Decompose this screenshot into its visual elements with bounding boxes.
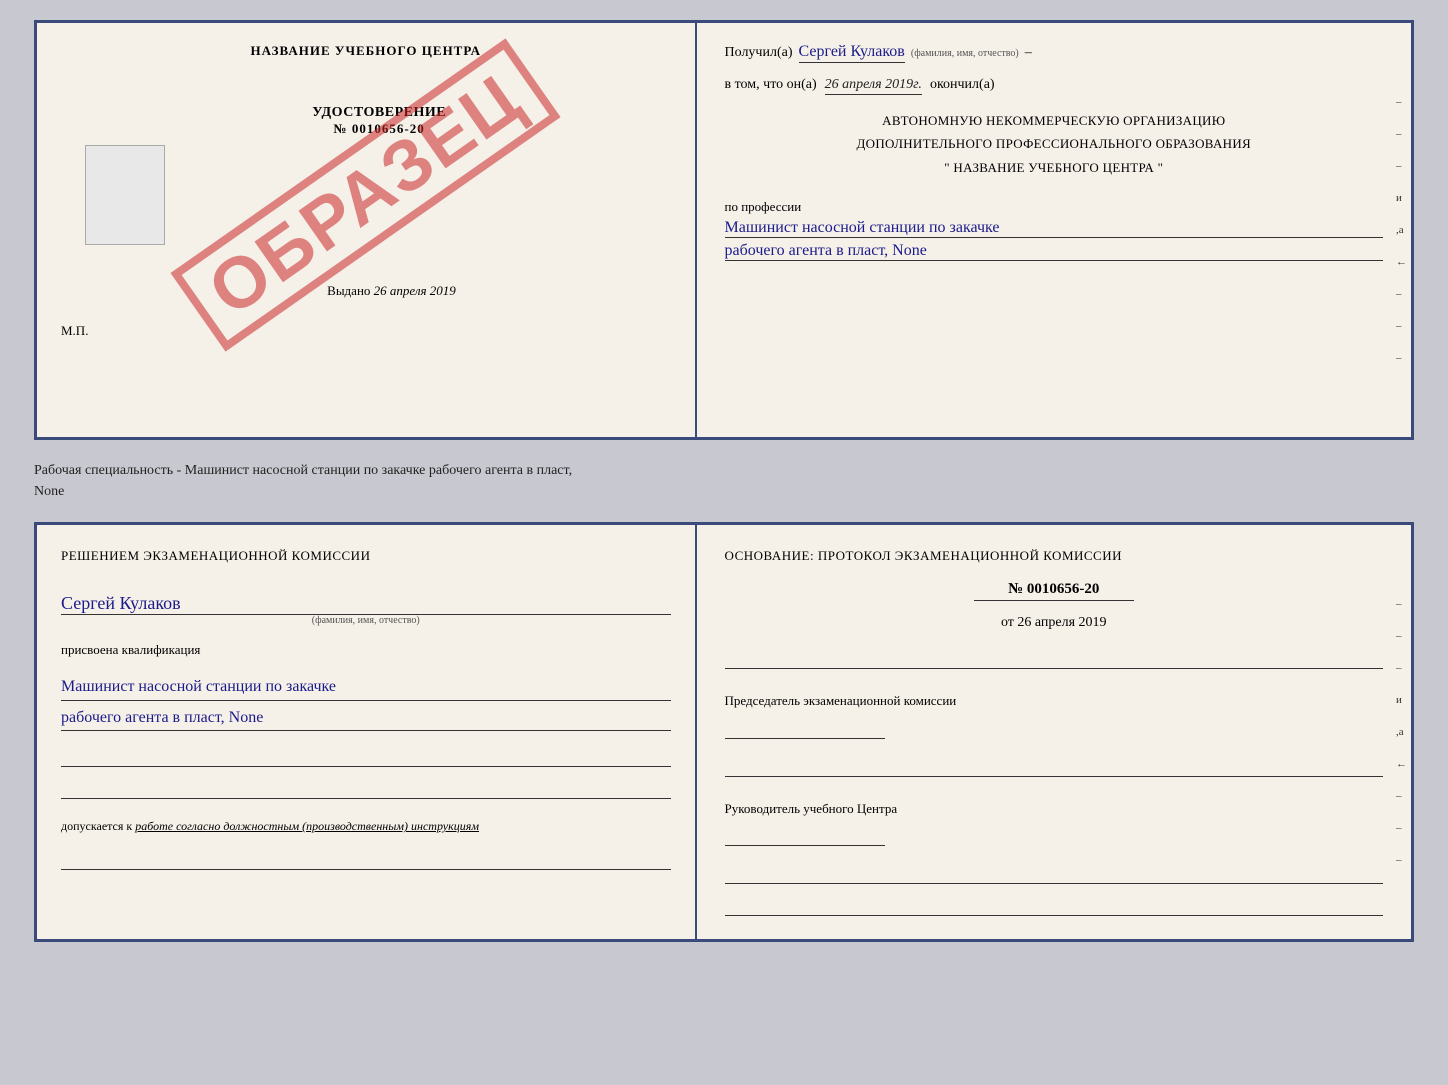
protocol-num: № 0010656-20	[974, 581, 1134, 601]
date-value-bottom: 26 апреля 2019	[1017, 615, 1106, 630]
profession-line2: рабочего агента в пласт, None	[725, 242, 1383, 261]
protocol-date: от 26 апреля 2019	[725, 615, 1383, 631]
received-prefix: Получил(а)	[725, 45, 793, 61]
bottom-left-panel: Решением экзаменационной комиссии Сергей…	[37, 525, 697, 939]
status-text-block: Рабочая специальность - Машинист насосно…	[34, 456, 1414, 506]
allowed-prefix: допускается к	[61, 819, 132, 833]
org-name: " НАЗВАНИЕ УЧЕБНОГО ЦЕНТРА "	[725, 156, 1383, 179]
stamp-area: УДОСТОВЕРЕНИЕ № 0010656-20 ОБРАЗЕЦ Выдан…	[61, 75, 671, 315]
blank-lines-right-2	[725, 761, 1383, 777]
blank-line-r1	[725, 653, 1383, 669]
org-block: АВТОНОМНУЮ НЕКОММЕРЧЕСКУЮ ОРГАНИЗАЦИЮ ДО…	[725, 109, 1383, 179]
person-name-top: Сергей Кулаков	[799, 43, 905, 63]
head-sig-line	[725, 826, 885, 846]
blank-line-2	[61, 783, 671, 799]
profession-line1: Машинист насосной станции по закачке	[725, 219, 1383, 238]
top-document: НАЗВАНИЕ УЧЕБНОГО ЦЕНТРА УДОСТОВЕРЕНИЕ №…	[34, 20, 1414, 440]
person-block-bottom: Сергей Кулаков (фамилия, имя, отчество)	[61, 589, 671, 626]
assigned-label: присвоена квалификация	[61, 642, 671, 658]
allowed-line: допускается к работе согласно должностны…	[61, 819, 671, 834]
blank-line-r3	[725, 868, 1383, 884]
top-right-panel: Получил(а) Сергей Кулаков (фамилия, имя,…	[697, 23, 1411, 437]
person-name-bottom: Сергей Кулаков	[61, 593, 671, 615]
blank-lines-right	[725, 653, 1383, 669]
head-block: Руководитель учебного Центра	[725, 799, 1383, 847]
osnov-title: Основание: протокол экзаменационной коми…	[725, 545, 1383, 567]
blank-lines-left-2	[61, 854, 671, 870]
top-left-panel: НАЗВАНИЕ УЧЕБНОГО ЦЕНТРА УДОСТОВЕРЕНИЕ №…	[37, 23, 697, 437]
qualification-line1: Машинист насосной станции по закачке	[61, 674, 671, 701]
top-training-center-title: НАЗВАНИЕ УЧЕБНОГО ЦЕНТРА	[250, 43, 481, 59]
head-title: Руководитель учебного Центра	[725, 799, 1383, 819]
blank-lines-right-3	[725, 868, 1383, 916]
date-prefix-bottom: от	[1001, 615, 1014, 630]
status-line1: Рабочая специальность - Машинист насосно…	[34, 460, 1414, 481]
fio-hint-bottom: (фамилия, имя, отчество)	[61, 615, 671, 626]
blank-line-1	[61, 751, 671, 767]
side-marks-bottom: – – – и ,а ← – – –	[1396, 598, 1407, 866]
fio-hint-top: (фамилия, имя, отчество)	[911, 48, 1019, 59]
blank-line-r4	[725, 900, 1383, 916]
obrazec-text: ОБРАЗЕЦ	[171, 38, 561, 351]
allowed-italic: работе согласно должностным (производств…	[135, 819, 479, 833]
qualification-line2: рабочего агента в пласт, None	[61, 705, 671, 732]
bottom-document: Решением экзаменационной комиссии Сергей…	[34, 522, 1414, 942]
date-suffix: окончил(а)	[930, 77, 995, 93]
bottom-right-panel: Основание: протокол экзаменационной коми…	[697, 525, 1411, 939]
qualification-block: Машинист насосной станции по закачке раб…	[61, 670, 671, 731]
status-line2: None	[34, 481, 1414, 502]
date-line: в том, что он(а) 26 апреля 2019г. окончи…	[725, 77, 1383, 95]
blank-line-3	[61, 854, 671, 870]
org-line2: ДОПОЛНИТЕЛЬНОГО ПРОФЕССИОНАЛЬНОГО ОБРАЗО…	[725, 132, 1383, 155]
chairman-sig-line	[725, 719, 885, 739]
profession-section: по профессии Машинист насосной станции п…	[725, 193, 1383, 261]
blank-lines-left	[61, 751, 671, 799]
date-value: 26 апреля 2019г.	[825, 77, 922, 95]
org-line1: АВТОНОМНУЮ НЕКОММЕРЧЕСКУЮ ОРГАНИЗАЦИЮ	[725, 109, 1383, 132]
side-marks-top: – – – и ,а ← – – –	[1396, 96, 1407, 364]
date-prefix: в том, что он(а)	[725, 77, 817, 93]
chairman-title: Председатель экзаменационной комиссии	[725, 691, 1383, 711]
chairman-block: Председатель экзаменационной комиссии	[725, 691, 1383, 739]
obrazec-stamp: ОБРАЗЕЦ	[61, 75, 671, 315]
profession-label: по профессии	[725, 199, 1383, 215]
blank-line-r2	[725, 761, 1383, 777]
commission-title: Решением экзаменационной комиссии	[61, 545, 671, 567]
mp-label: М.П.	[61, 323, 88, 339]
received-line: Получил(а) Сергей Кулаков (фамилия, имя,…	[725, 43, 1383, 63]
